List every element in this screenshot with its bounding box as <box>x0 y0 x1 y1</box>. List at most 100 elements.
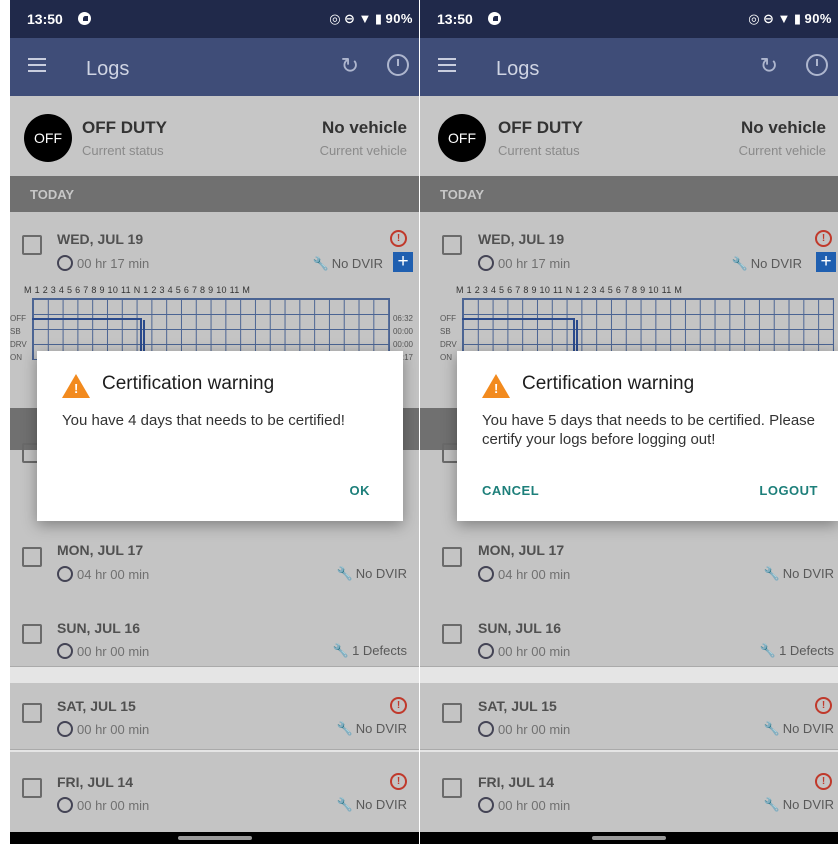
day-checkbox[interactable] <box>22 703 42 723</box>
logout-button[interactable]: LOGOUT <box>759 483 818 498</box>
day-date: MON, JUL 17 <box>478 542 565 558</box>
day-checkbox[interactable] <box>22 547 42 567</box>
graph-row-label: OFF <box>10 314 26 323</box>
day-duration: 04 hr 00 min <box>478 566 570 582</box>
warning-icon: ! <box>62 374 90 398</box>
log-card[interactable] <box>420 683 838 750</box>
wifi-icon: ▼ <box>777 11 791 26</box>
day-checkbox[interactable] <box>22 624 42 644</box>
graph-row-total: 00:00 <box>392 340 413 349</box>
alert-icon: ! <box>390 773 407 790</box>
home-handle[interactable] <box>592 836 666 840</box>
duty-status: OFF DUTY <box>498 118 583 137</box>
clock-icon <box>478 721 494 737</box>
alert-icon: ! <box>815 697 832 714</box>
alarm-clock-icon[interactable] <box>387 54 409 76</box>
menu-icon[interactable] <box>28 58 46 72</box>
today-header: TODAY <box>420 176 838 212</box>
app-bar: Logs ↻ <box>10 38 419 96</box>
vibrate-icon: ◎ <box>329 11 342 26</box>
notification-icon <box>78 12 91 25</box>
duty-status-caption: Current status <box>498 143 580 158</box>
duty-status-badge[interactable]: OFF <box>438 114 486 162</box>
vehicle-status[interactable]: No vehicle <box>741 118 826 138</box>
home-handle[interactable] <box>177 836 252 840</box>
menu-icon[interactable] <box>438 58 456 72</box>
day-checkbox[interactable] <box>22 778 42 798</box>
duty-status: OFF DUTY <box>82 118 167 137</box>
log-card[interactable] <box>420 752 838 833</box>
dvir-status[interactable]: 🔧 No DVIR <box>313 256 383 272</box>
vehicle-status[interactable]: No vehicle <box>322 118 407 138</box>
alert-icon: ! <box>815 773 832 790</box>
nav-bar <box>10 832 419 844</box>
graph-hours-axis: M 1 2 3 4 5 6 7 8 9 10 11 N 1 2 3 4 5 6 … <box>24 285 251 295</box>
day-checkbox[interactable] <box>442 703 462 723</box>
dvir-status[interactable]: 🔧 1 Defects <box>333 643 407 659</box>
duty-status-caption: Current status <box>82 143 164 158</box>
cancel-button[interactable]: CANCEL <box>482 483 539 498</box>
dvir-status[interactable]: 🔧 No DVIR <box>732 256 802 272</box>
system-icons: ◎ ⊖ ▼ ▮ 90% <box>326 11 413 27</box>
dnd-icon: ⊖ <box>344 11 356 26</box>
dvir-status[interactable]: 🔧 No DVIR <box>764 721 834 737</box>
day-duration: 00 hr 00 min <box>478 721 570 737</box>
wrench-icon: 🔧 <box>763 721 780 736</box>
day-date: SUN, JUL 16 <box>57 620 140 636</box>
log-card[interactable] <box>10 752 419 833</box>
clock-icon <box>478 797 494 813</box>
day-checkbox[interactable] <box>22 235 42 255</box>
graph-row-total: 00:00 <box>392 327 413 336</box>
dvir-status[interactable]: 🔧 No DVIR <box>337 721 407 737</box>
day-date: FRI, JUL 14 <box>57 774 133 790</box>
wrench-icon: 🔧 <box>336 721 353 736</box>
dvir-status[interactable]: 🔧 No DVIR <box>764 797 834 813</box>
graph-row-label: ON <box>440 353 452 362</box>
screen-right: 13:50 ◎ ⊖ ▼ ▮ 90% Logs ↻ OFF OFF DUTY Curren… <box>419 0 838 844</box>
dvir-status[interactable]: 🔧 No DVIR <box>337 566 407 582</box>
day-duration: 00 hr 00 min <box>57 643 149 659</box>
graph-row-label: OFF <box>440 314 456 323</box>
sync-icon[interactable]: ↻ <box>760 53 778 79</box>
dialog-message: You have 4 days that needs to be certifi… <box>62 412 345 429</box>
log-card[interactable] <box>10 683 419 750</box>
sync-icon[interactable]: ↻ <box>341 53 359 79</box>
wrench-icon: 🔧 <box>763 797 780 812</box>
battery-icon: ▮ <box>374 11 383 26</box>
warning-icon: ! <box>482 374 510 398</box>
clock-icon <box>57 721 73 737</box>
vehicle-caption: Current vehicle <box>738 143 826 158</box>
wrench-icon: 🔧 <box>731 256 748 271</box>
phone-screen: 13:50 ◎ ⊖ ▼ ▮ 90% Logs ↻ OFF OFF DUTY Curren… <box>420 0 838 844</box>
app-bar: Logs ↻ <box>420 38 838 96</box>
add-dvir-button[interactable]: + <box>393 252 413 272</box>
graph-line <box>462 318 575 320</box>
day-checkbox[interactable] <box>442 547 462 567</box>
wrench-icon: 🔧 <box>763 566 780 581</box>
battery-level: 90% <box>385 11 413 26</box>
system-icons: ◎ ⊖ ▼ ▮ 90% <box>745 11 832 27</box>
dvir-status[interactable]: 🔧 No DVIR <box>337 797 407 813</box>
ok-button[interactable]: OK <box>350 483 371 498</box>
day-checkbox[interactable] <box>442 778 462 798</box>
day-checkbox[interactable] <box>442 235 462 255</box>
day-checkbox[interactable] <box>442 624 462 644</box>
duty-status-badge[interactable]: OFF <box>24 114 72 162</box>
dnd-icon: ⊖ <box>763 11 775 26</box>
status-bar: 13:50 ◎ ⊖ ▼ ▮ 90% <box>420 0 838 38</box>
nav-bar <box>420 832 838 844</box>
alarm-clock-icon[interactable] <box>806 54 828 76</box>
dvir-status[interactable]: 🔧 1 Defects <box>760 643 834 659</box>
wrench-icon: 🔧 <box>759 643 777 658</box>
day-date: SAT, JUL 15 <box>57 698 136 714</box>
vehicle-caption: Current vehicle <box>319 143 407 158</box>
dvir-status[interactable]: 🔧 No DVIR <box>764 566 834 582</box>
graph-row-label: SB <box>10 327 21 336</box>
dialog-title: Certification warning <box>102 373 275 394</box>
dialog-title: Certification warning <box>522 373 695 394</box>
add-dvir-button[interactable]: + <box>816 252 836 272</box>
vibrate-icon: ◎ <box>748 11 761 26</box>
clock-icon <box>57 797 73 813</box>
clock-icon <box>57 566 73 582</box>
alert-icon: ! <box>390 230 407 247</box>
